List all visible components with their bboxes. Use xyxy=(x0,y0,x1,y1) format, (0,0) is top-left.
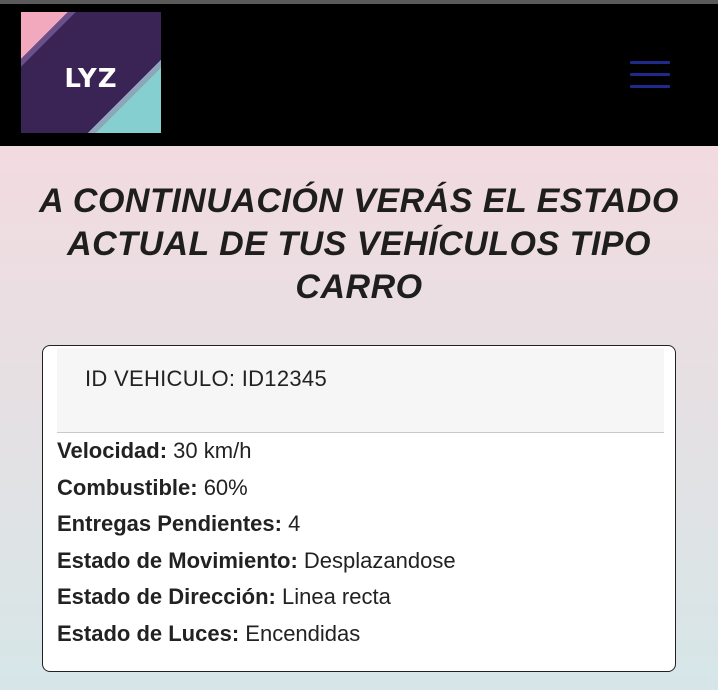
status-label: Entregas Pendientes: xyxy=(57,511,282,536)
status-fuel: Combustible: 60% xyxy=(57,470,456,507)
vehicle-card: ID VEHICULO: ID12345 Velocidad: 30 km/h … xyxy=(42,345,676,672)
vehicle-status-list: Velocidad: 30 km/h Combustible: 60% Entr… xyxy=(57,433,456,652)
status-label: Estado de Dirección: xyxy=(57,584,276,609)
status-value: Linea recta xyxy=(281,584,391,609)
status-label: Velocidad: xyxy=(57,438,168,463)
status-label: Estado de Movimiento: xyxy=(57,547,298,573)
status-value: Encendidas xyxy=(245,620,361,646)
status-direction: Estado de Dirección: Linea recta xyxy=(57,579,456,616)
vehicle-id: ID VEHICULO: ID12345 xyxy=(85,366,327,391)
menu-bar-top xyxy=(630,61,670,64)
status-pending-deliveries: Entregas Pendientes: 4 xyxy=(57,506,456,543)
hamburger-menu-icon[interactable] xyxy=(626,56,674,92)
page-title: A CONTINUACIÓN VERÁS EL ESTADO ACTUAL DE… xyxy=(39,182,679,306)
logo-text: LYZ xyxy=(64,64,118,94)
app-header: LYZ xyxy=(0,4,718,146)
status-value: Desplazandose xyxy=(303,547,456,573)
main-content: A CONTINUACIÓN VERÁS EL ESTADO ACTUAL DE… xyxy=(0,146,718,690)
status-speed: Velocidad: 30 km/h xyxy=(57,433,456,470)
status-value: 4 xyxy=(288,511,301,536)
status-value: 60% xyxy=(203,474,248,500)
brand-logo[interactable]: LYZ xyxy=(21,12,161,133)
menu-bar-bottom xyxy=(630,85,670,88)
status-lights: Estado de Luces: Encendidas xyxy=(57,616,456,653)
menu-bar-middle xyxy=(630,73,670,76)
vehicle-card-header: ID VEHICULO: ID12345 xyxy=(57,348,664,433)
status-label: Estado de Luces: xyxy=(57,620,240,646)
status-movement: Estado de Movimiento: Desplazandose xyxy=(57,543,456,580)
status-value: 30 km/h xyxy=(173,438,252,463)
status-label: Combustible: xyxy=(57,474,198,500)
